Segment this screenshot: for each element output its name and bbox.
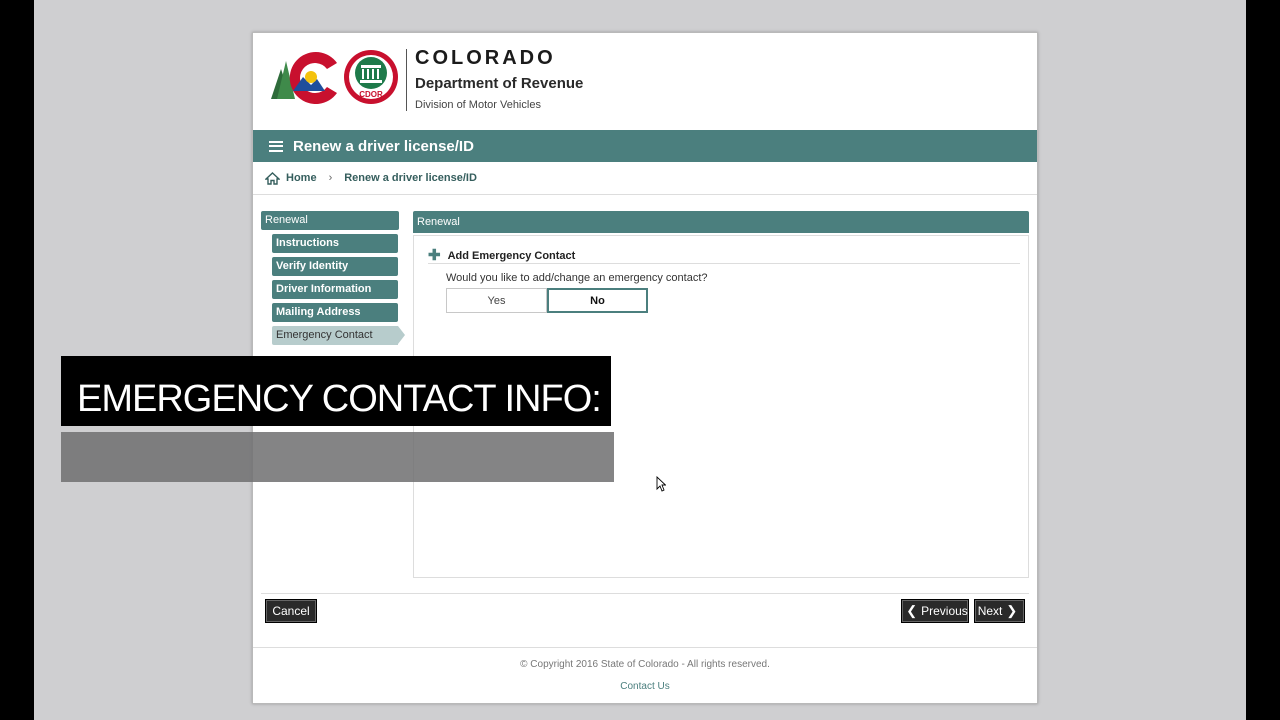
plus-icon: ✚ [428,247,441,264]
yes-no-toggle: Yes No [446,288,648,313]
emergency-contact-question: Would you like to add/change an emergenc… [446,272,708,284]
panel-heading: Renewal [413,211,1029,233]
cancel-button[interactable]: Cancel [265,599,317,623]
next-button[interactable]: Next ❯ [974,599,1025,623]
chevron-left-icon: ❮ [906,603,918,618]
previous-label: Previous [921,604,968,618]
step-navigation: Renewal Instructions Verify Identity Dri… [261,211,407,349]
previous-button[interactable]: ❮ Previous [901,599,969,623]
brand-title: COLORADO [415,47,556,69]
site-header: CDOR COLORADO Department of Revenue Divi… [253,33,1037,130]
next-label: Next [977,604,1003,618]
section-header: ✚ Add Emergency Contact [428,248,1020,264]
caption-overlay-text: EMERGENCY CONTACT INFO: [77,378,602,420]
actions-divider [261,593,1029,594]
page-title-bar: Renew a driver license/ID [253,130,1037,162]
no-button[interactable]: No [547,288,648,313]
page-title: Renew a driver license/ID [293,137,474,155]
nav-item-driver-information[interactable]: Driver Information [272,280,398,299]
footer-divider [253,647,1037,648]
breadcrumb-separator: › [328,172,333,184]
section-title: Add Emergency Contact [447,249,576,262]
nav-item-instructions[interactable]: Instructions [272,234,398,253]
breadcrumb: Home › Renew a driver license/ID [253,162,1037,195]
copyright-text: © Copyright 2016 State of Colorado - All… [520,659,770,670]
contact-us-link[interactable]: Contact Us [253,681,1037,692]
caption-overlay-bar [61,432,614,482]
seal-label: CDOR [359,90,383,99]
home-icon[interactable] [265,171,280,185]
brand-division: Division of Motor Vehicles [415,99,541,111]
hamburger-menu-icon[interactable] [269,140,283,152]
nav-item-emergency-contact[interactable]: Emergency Contact [272,326,405,345]
header-divider [406,49,407,111]
mouse-cursor-icon [656,476,666,492]
breadcrumb-home-link[interactable]: Home [286,172,317,184]
cdor-seal-icon: CDOR [344,50,398,104]
nav-item-verify-identity[interactable]: Verify Identity [272,257,398,276]
nav-item-mailing-address[interactable]: Mailing Address [272,303,398,322]
nav-heading[interactable]: Renewal [261,211,399,230]
colorado-logo-icon [271,52,337,104]
brand-department: Department of Revenue [415,75,584,92]
yes-button[interactable]: Yes [446,288,547,313]
chevron-right-icon: ❯ [1006,603,1018,618]
breadcrumb-current[interactable]: Renew a driver license/ID [344,172,477,184]
